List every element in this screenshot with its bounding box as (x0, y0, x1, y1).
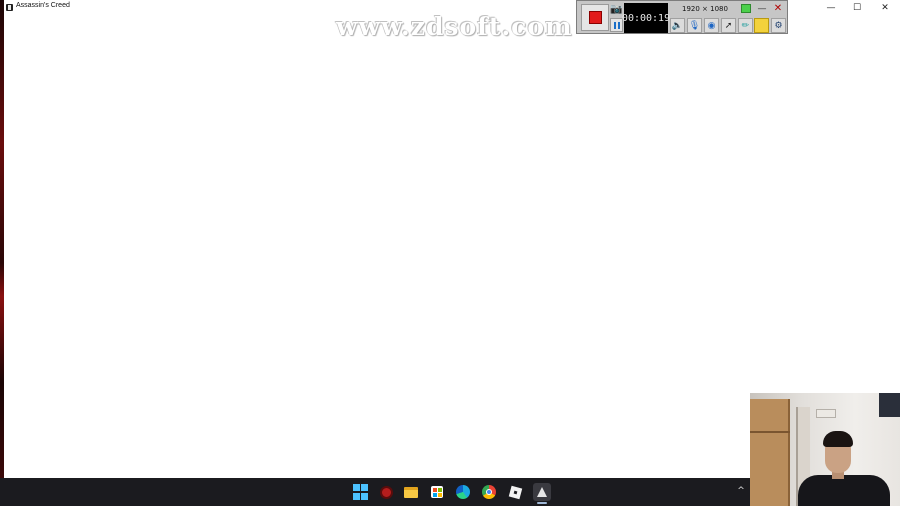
minimize-button[interactable]: — (817, 0, 845, 15)
webcam-person (794, 431, 894, 506)
screen-recorder-icon[interactable] (378, 484, 394, 500)
edge-icon[interactable] (455, 484, 471, 500)
microphone-icon[interactable]: 🎙 (687, 18, 702, 33)
watermark: www.zdsoft.com (336, 12, 573, 41)
webcam-overlay (750, 393, 900, 506)
app-icon (6, 4, 13, 11)
stop-icon (588, 11, 602, 24)
recorder-close-button[interactable]: ✕ (772, 2, 784, 14)
webcam-icon[interactable]: ◉ (704, 18, 719, 33)
recorder-panel: 📷 00:00:19 1920 × 1080 — ✕ 🔈 🎙 ◉ ➚ ✏ ⚙ (576, 0, 788, 34)
recorder-minimize-button[interactable]: — (756, 3, 768, 14)
status-indicator[interactable] (741, 4, 751, 13)
chrome-icon[interactable] (481, 484, 497, 500)
record-timer: 00:00:19 (622, 3, 670, 33)
maximize-button[interactable]: ☐ (843, 0, 871, 15)
speaker-icon[interactable]: 🔈 (670, 18, 685, 33)
folder-icon[interactable] (754, 18, 769, 33)
pause-icon (613, 21, 616, 29)
pen-icon[interactable]: ✏ (738, 18, 753, 33)
active-app-indicator (537, 502, 547, 504)
stop-record-button[interactable] (581, 4, 609, 31)
cursor-icon[interactable]: ➚ (721, 18, 736, 33)
start-icon[interactable] (352, 484, 368, 500)
desktop-edge (0, 0, 4, 478)
window-title: Assassin's Creed (16, 2, 70, 9)
gear-icon[interactable]: ⚙ (771, 18, 786, 33)
resolution-label: 1920 × 1080 (682, 5, 728, 13)
microsoft-store-icon[interactable] (429, 484, 445, 500)
close-button[interactable]: ✕ (871, 0, 899, 15)
desktop-screen: Assassin's Creed — ☐ ✕ www.zdsoft.com 📷 … (0, 0, 900, 506)
assassins-creed-icon[interactable] (533, 483, 551, 501)
chevron-up-icon[interactable]: ^ (735, 484, 747, 498)
roblox-icon[interactable] (507, 484, 523, 500)
file-explorer-icon[interactable] (403, 484, 419, 500)
